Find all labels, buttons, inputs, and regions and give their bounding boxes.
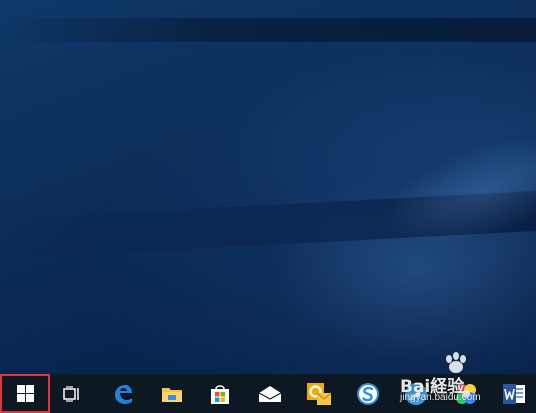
word-icon <box>502 383 526 405</box>
feather-app-button[interactable] <box>394 374 438 413</box>
sogou-browser-button[interactable] <box>346 374 390 413</box>
edge-button[interactable] <box>101 374 145 413</box>
file-explorer-button[interactable] <box>150 374 194 413</box>
task-view-button[interactable] <box>50 374 94 413</box>
feather-icon <box>404 382 428 406</box>
word-button[interactable] <box>492 374 536 413</box>
desktop-wallpaper <box>0 0 536 374</box>
task-view-icon <box>63 385 81 402</box>
outlook-icon <box>306 382 332 406</box>
windows-logo-icon <box>16 385 34 402</box>
folder-icon <box>161 384 183 404</box>
store-bag-icon <box>209 383 231 405</box>
wallpaper-beam <box>0 18 536 42</box>
start-button[interactable] <box>0 374 50 413</box>
store-button[interactable] <box>198 374 242 413</box>
mail-envelope-icon <box>258 385 282 403</box>
wallpaper-glow <box>370 124 536 266</box>
outlook-button[interactable] <box>297 374 341 413</box>
color-wheel-icon <box>454 382 478 406</box>
taskbar <box>0 374 536 413</box>
s-browser-icon <box>356 382 380 406</box>
color-app-button[interactable] <box>444 374 488 413</box>
edge-browser-icon <box>112 383 134 405</box>
mail-button[interactable] <box>248 374 292 413</box>
